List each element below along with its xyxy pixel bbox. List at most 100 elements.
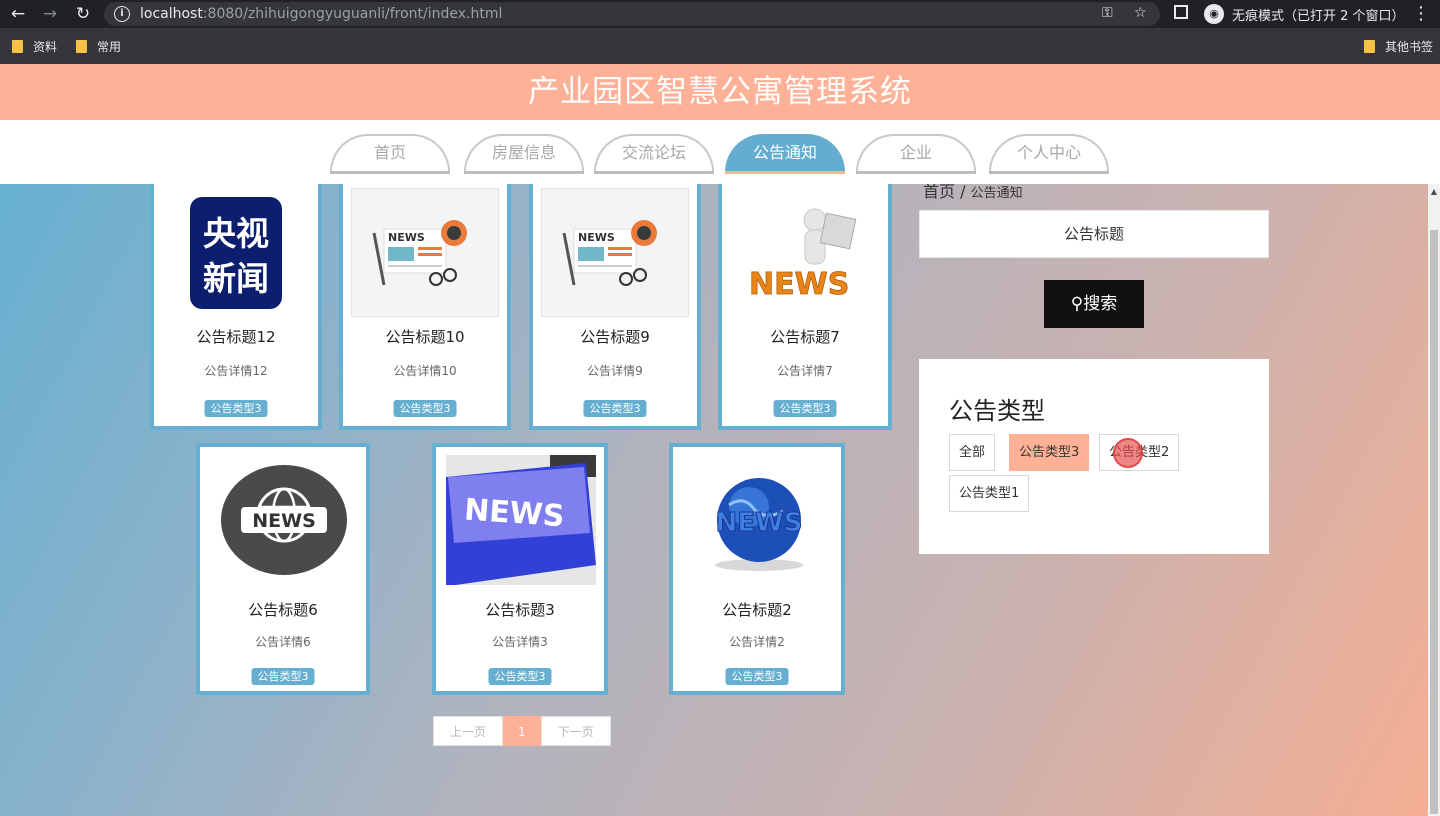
card-detail: 公告详情3 xyxy=(492,635,548,649)
type-option-3[interactable]: 公告类型3 xyxy=(1009,434,1090,471)
incognito-indicator[interactable]: ◉ 无痕模式（已打开 2 个窗口） xyxy=(1204,3,1405,25)
svg-text:NEWS: NEWS xyxy=(578,231,615,244)
newspaper-illustration: NEWS xyxy=(562,219,657,286)
tab-home[interactable]: 首页 xyxy=(330,134,450,174)
search-button[interactable]: ⚲搜索 xyxy=(1044,280,1144,328)
svg-text:NEWS: NEWS xyxy=(463,492,566,534)
content-area: 央视 新闻 公告标题12 公告详情12 公告类型3 NEWS 公告标题10 公告… xyxy=(0,184,1428,816)
card-detail: 公告详情9 xyxy=(587,364,643,378)
site-title: 产业园区智慧公寓管理系统 xyxy=(528,74,912,110)
newspaper-illustration: NEWS xyxy=(372,219,467,286)
breadcrumb-separator: / xyxy=(960,184,966,201)
tab-house-info[interactable]: 房屋信息 xyxy=(464,134,584,174)
card-title: 公告标题7 xyxy=(770,328,840,346)
card-type-badge: 公告类型3 xyxy=(725,668,789,685)
type-option-2[interactable]: 公告类型2 xyxy=(1099,434,1180,471)
notice-card[interactable]: 央视 新闻 公告标题12 公告详情12 公告类型3 xyxy=(150,184,322,430)
address-bar[interactable]: i localhost:8080/zhihuigongyuguanli/fron… xyxy=(104,2,1160,26)
browser-toolbar: ← → ↻ i localhost:8080/zhihuigongyuguanl… xyxy=(0,0,1440,28)
folder-icon xyxy=(76,39,87,53)
breadcrumb-current: 公告通知 xyxy=(970,186,1023,201)
svg-text:NEWS: NEWS xyxy=(749,267,849,302)
site-info-icon[interactable]: i xyxy=(114,6,130,22)
card-detail: 公告详情6 xyxy=(255,635,311,649)
notice-card[interactable]: NEWS 公告标题9 公告详情9 公告类型3 xyxy=(529,184,701,430)
type-filter-title: 公告类型 xyxy=(949,397,1045,425)
notice-image: NEWS xyxy=(351,188,499,317)
type-option-all[interactable]: 全部 xyxy=(949,434,996,471)
bookmarks-bar: 资料 常用 其他书签 xyxy=(0,28,1440,64)
folder-icon xyxy=(1364,39,1375,53)
svg-text:NEWS: NEWS xyxy=(252,510,316,532)
tab-forum[interactable]: 交流论坛 xyxy=(594,134,714,174)
page-1-button[interactable]: 1 xyxy=(503,716,541,746)
url-text: localhost:8080/zhihuigongyuguanli/front/… xyxy=(140,6,503,22)
site-header: 产业园区智慧公寓管理系统 xyxy=(0,64,1440,120)
scroll-up-arrow-icon[interactable]: ▲ xyxy=(1428,186,1440,198)
card-detail: 公告详情10 xyxy=(393,364,457,378)
type-option-1[interactable]: 公告类型1 xyxy=(949,475,1030,512)
search-button-label: 搜索 xyxy=(1083,294,1118,314)
bookmark-folder[interactable]: 常用 xyxy=(76,37,121,55)
notice-image: NEWS xyxy=(210,455,358,584)
card-title: 公告标题12 xyxy=(196,328,276,346)
card-title: 公告标题3 xyxy=(485,601,555,619)
notice-image: NEWS xyxy=(730,188,878,317)
card-title: 公告标题2 xyxy=(722,601,792,619)
svg-text:NEWS: NEWS xyxy=(716,508,803,538)
tab-profile[interactable]: 个人中心 xyxy=(989,134,1109,174)
forward-icon[interactable]: → xyxy=(38,3,62,25)
notice-image: NEWS xyxy=(541,188,689,317)
news-reader-illustration: NEWS xyxy=(749,208,857,302)
search-icon: ⚲ xyxy=(1070,294,1084,314)
menu-dots-icon[interactable]: ⋮ xyxy=(1412,3,1430,25)
notice-card[interactable]: NEWS 公告标题10 公告详情10 公告类型3 xyxy=(339,184,511,430)
type-filter-panel: 公告类型 全部 公告类型3 公告类型2 公告类型1 xyxy=(919,359,1269,554)
page-scrollbar[interactable]: ▲ xyxy=(1428,184,1440,816)
other-bookmarks[interactable]: 其他书签 xyxy=(1364,37,1433,55)
card-title: 公告标题10 xyxy=(385,328,465,346)
sidepanel-icon[interactable] xyxy=(1174,5,1188,19)
svg-text:央视: 央视 xyxy=(203,214,269,253)
notice-image: NEWS xyxy=(685,455,833,584)
svg-text:新闻: 新闻 xyxy=(203,259,269,298)
tab-company[interactable]: 企业 xyxy=(856,134,976,174)
card-type-badge: 公告类型3 xyxy=(393,400,457,417)
pagination: 上一页 1 下一页 xyxy=(433,716,611,746)
notice-card[interactable]: NEWS 公告标题2 公告详情2 公告类型3 xyxy=(669,443,845,695)
tab-notices[interactable]: 公告通知 xyxy=(725,134,845,174)
notice-card[interactable]: NEWS 公告标题3 公告详情3 公告类型3 xyxy=(432,443,608,695)
notice-image: 央视 新闻 xyxy=(162,188,310,317)
bookmark-label: 资料 xyxy=(33,39,58,54)
notice-card[interactable]: NEWS 公告标题7 公告详情7 公告类型3 xyxy=(718,184,892,430)
card-title: 公告标题9 xyxy=(580,328,650,346)
card-detail: 公告详情2 xyxy=(729,635,785,649)
key-icon[interactable]: ⚿ xyxy=(1102,5,1113,21)
card-type-badge: 公告类型3 xyxy=(204,400,268,417)
svg-text:NEWS: NEWS xyxy=(388,231,425,244)
scroll-thumb[interactable] xyxy=(1430,230,1438,814)
incognito-icon: ◉ xyxy=(1204,4,1224,24)
bookmark-label: 其他书签 xyxy=(1385,39,1434,54)
card-type-badge: 公告类型3 xyxy=(583,400,647,417)
search-input[interactable]: 公告标题 xyxy=(919,210,1269,258)
notice-card[interactable]: NEWS 公告标题6 公告详情6 公告类型3 xyxy=(196,443,370,695)
reload-icon[interactable]: ↻ xyxy=(71,3,95,25)
news-globe-illustration: NEWS xyxy=(715,477,803,571)
card-type-badge: 公告类型3 xyxy=(251,668,315,685)
card-detail: 公告详情12 xyxy=(204,364,268,378)
card-type-badge: 公告类型3 xyxy=(488,668,552,685)
folder-icon xyxy=(12,39,23,53)
card-title: 公告标题6 xyxy=(248,601,318,619)
news-keyboard-illustration: NEWS xyxy=(446,455,596,585)
next-page-button[interactable]: 下一页 xyxy=(540,716,611,746)
back-icon[interactable]: ← xyxy=(6,3,30,25)
star-icon[interactable]: ☆ xyxy=(1134,5,1147,21)
main-nav: 首页 房屋信息 交流论坛 公告通知 企业 个人中心 xyxy=(0,120,1440,184)
notice-image: NEWS xyxy=(446,455,596,585)
card-type-badge: 公告类型3 xyxy=(773,400,837,417)
breadcrumb-home[interactable]: 首页 xyxy=(923,184,955,201)
prev-page-button[interactable]: 上一页 xyxy=(433,716,504,746)
globe-badge-illustration: NEWS xyxy=(221,464,347,575)
bookmark-folder[interactable]: 资料 xyxy=(12,37,57,55)
